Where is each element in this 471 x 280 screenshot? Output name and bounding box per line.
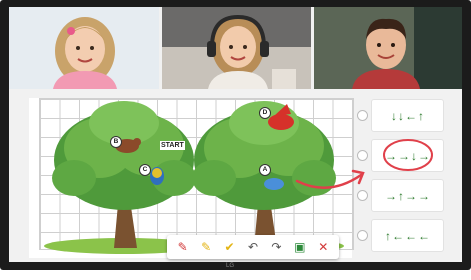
arrow-down-icon: ↓: [398, 108, 404, 123]
arrow-right-icon: →: [405, 188, 417, 203]
redo-icon[interactable]: ↷: [267, 238, 285, 256]
girl-participant-avatar: [9, 7, 159, 89]
yellow-highlighter-icon[interactable]: ✎: [197, 238, 215, 256]
pin-c[interactable]: C: [139, 164, 151, 176]
arrow-up-icon: ↑: [418, 108, 424, 123]
arrow-sequence-card[interactable]: ↓ ↓ ← ↑: [371, 99, 444, 132]
whiteboard-screen: START B C A D ↓ ↓ ← ↑ → → ↓ → → ↑ → → ↑ …: [9, 7, 462, 262]
radio-button[interactable]: [357, 110, 368, 121]
answer-option-2[interactable]: → → ↓ →: [354, 137, 458, 173]
answer-option-1[interactable]: ↓ ↓ ← ↑: [354, 97, 458, 133]
boy-participant-avatar: [314, 7, 462, 89]
save-icon[interactable]: ▣: [291, 238, 309, 256]
video-strip: [9, 7, 462, 89]
pin-b[interactable]: B: [110, 136, 122, 148]
pin-a[interactable]: A: [259, 164, 271, 176]
red-pen-icon[interactable]: ✎: [174, 238, 192, 256]
arrow-up-icon: ↑: [385, 228, 391, 243]
drawing-toolbar: ✎ ✎ ✔ ↶ ↷ ▣ ✕: [167, 235, 339, 259]
video-tile-2[interactable]: [162, 7, 311, 89]
worksheet[interactable]: START B C A D: [29, 98, 365, 258]
radio-button[interactable]: [357, 190, 368, 201]
arrow-left-icon: ←: [405, 108, 417, 123]
radio-button[interactable]: [357, 150, 368, 161]
arrow-sequence-card[interactable]: ↑ ← ← ←: [371, 219, 444, 252]
arrow-left-icon: ←: [392, 228, 404, 243]
arrow-left-icon: ←: [405, 228, 417, 243]
arrow-up-icon: ↑: [398, 188, 404, 203]
girl-with-headphones-avatar: [162, 7, 311, 89]
pin-d[interactable]: D: [259, 107, 271, 119]
red-circle-annotation: [383, 139, 433, 171]
start-label: START: [160, 141, 185, 150]
answer-options-panel: ↓ ↓ ← ↑ → → ↓ → → ↑ → → ↑ ← ← ←: [354, 96, 458, 256]
arrow-right-icon: →: [418, 188, 430, 203]
video-tile-3[interactable]: [314, 7, 462, 89]
brand-logo: LG: [226, 263, 235, 269]
close-icon[interactable]: ✕: [314, 238, 332, 256]
answer-option-3[interactable]: → ↑ → →: [354, 177, 458, 213]
answer-option-4[interactable]: ↑ ← ← ←: [354, 217, 458, 253]
arrow-down-icon: ↓: [391, 108, 397, 123]
arrow-sequence-card[interactable]: → ↑ → →: [371, 179, 444, 212]
display-stand: [0, 270, 471, 280]
radio-button[interactable]: [357, 230, 368, 241]
arrow-right-icon: →: [385, 188, 397, 203]
arrow-left-icon: ←: [418, 228, 430, 243]
checkmark-icon[interactable]: ✔: [221, 238, 239, 256]
undo-icon[interactable]: ↶: [244, 238, 262, 256]
video-tile-1[interactable]: [9, 7, 159, 89]
